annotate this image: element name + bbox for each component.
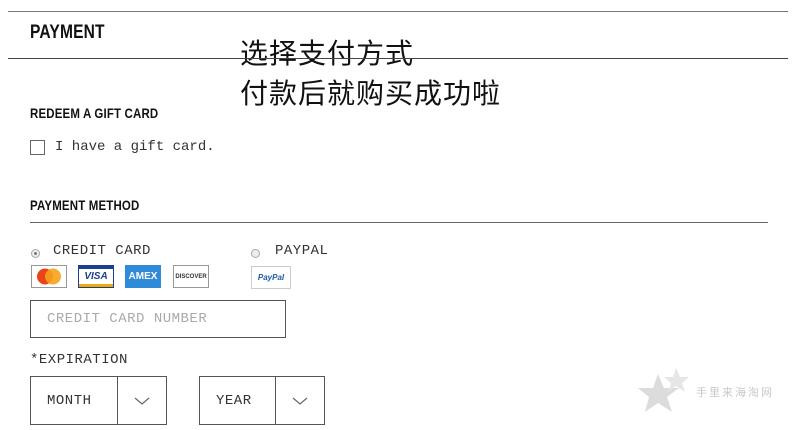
watermark-text: 手里来海淘网 [696,386,774,399]
gift-card-checkbox-label[interactable]: I have a gift card. [55,139,215,155]
page-title: PAYMENT [30,22,105,43]
amex-logo: AMEX [125,265,161,288]
discover-logo: DISCOVER [173,265,209,288]
header-divider [8,58,788,59]
year-dropdown-toggle[interactable] [275,377,324,424]
mastercard-logo [31,265,67,288]
watermark-star-icon [636,366,692,422]
payment-method-divider [30,222,768,223]
top-divider [8,11,788,12]
visa-logo: VISA [78,265,114,288]
expiration-month-select[interactable]: MONTH [30,376,167,425]
overlay-caption-line2: 付款后就购买成功啦 [240,77,502,110]
expiration-label: *EXPIRATION [30,352,128,368]
mastercard-icon [32,266,66,287]
credit-card-number-input[interactable] [30,300,286,338]
payment-method-heading: PAYMENT METHOD [30,197,140,213]
visa-logo-text: VISA [84,271,108,282]
expiration-year-value: YEAR [216,392,252,409]
discover-logo-text: DISCOVER [175,273,207,280]
paypal-radio[interactable] [251,249,260,258]
expiration-month-value: MONTH [47,392,92,409]
gift-card-checkbox[interactable] [30,140,45,155]
gift-card-heading: REDEEM A GIFT CARD [30,105,159,121]
paypal-logo-text: PayPal [257,273,285,282]
chevron-down-icon [292,397,308,405]
paypal-logo: PayPal [251,266,291,289]
amex-logo-text: AMEX [128,271,158,282]
paypal-radio-label[interactable]: PAYPAL [275,243,328,259]
expiration-year-select[interactable]: YEAR [199,376,325,425]
credit-card-radio-label[interactable]: CREDIT CARD [53,243,151,259]
credit-card-radio[interactable] [31,249,40,258]
month-dropdown-toggle[interactable] [117,377,166,424]
overlay-caption-line1: 选择支付方式 [240,37,415,70]
chevron-down-icon [134,397,150,405]
